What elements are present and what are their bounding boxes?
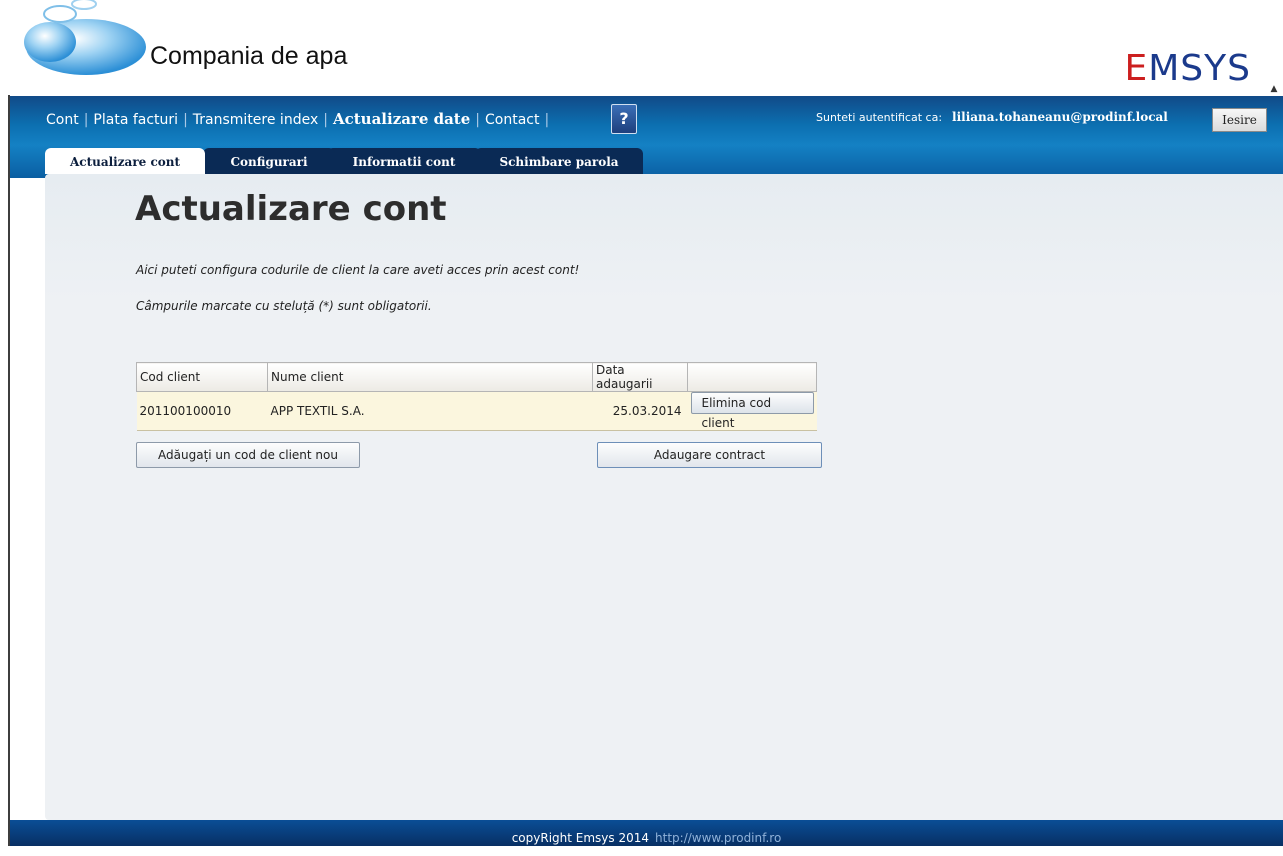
nav-item-contact[interactable]: Contact: [485, 112, 539, 128]
content-panel: Actualizare cont Aici puteti configura c…: [45, 174, 1283, 820]
tab-informatii-cont[interactable]: Informatii cont: [327, 148, 481, 174]
scroll-up-icon[interactable]: ▲: [1268, 84, 1280, 96]
required-fields-note: Câmpurile marcate cu steluță (*) sunt ob…: [136, 299, 432, 313]
navigation-bar: Cont | Plata facturi | Transmitere index | Act…: [10, 96, 1283, 178]
auth-info: Sunteti autentificat ca: liliana.tohanean…: [816, 110, 1168, 124]
column-header-actions: [687, 362, 817, 392]
table-header-row: Cod client Nume client Data adaugarii: [136, 362, 817, 392]
nav-item-plata-facturi[interactable]: Plata facturi: [93, 112, 178, 128]
copyright-text: copyRight Emsys 2014: [511, 831, 650, 845]
auth-label: Sunteti autentificat ca:: [816, 111, 943, 124]
cell-cod-client: 201100100010: [136, 391, 268, 431]
add-client-code-button[interactable]: Adăugați un cod de client nou: [136, 442, 360, 468]
top-menu: Cont | Plata facturi | Transmitere index | Act…: [46, 110, 550, 128]
cell-actions: Elimina cod client: [687, 391, 817, 431]
add-contract-button[interactable]: Adaugare contract: [597, 442, 822, 468]
emsys-logo: EMSYS: [1124, 48, 1251, 89]
tab-actualizare-cont[interactable]: Actualizare cont: [45, 148, 205, 174]
page-title: Actualizare cont: [135, 189, 447, 229]
page-description: Aici puteti configura codurile de client…: [136, 263, 580, 277]
cell-data-adaugarii: 25.03.2014: [592, 391, 688, 431]
user-email: liliana.tohaneanu@prodinf.local: [952, 110, 1168, 124]
tab-configurari[interactable]: Configurari: [203, 148, 335, 174]
help-icon[interactable]: ?: [611, 104, 637, 134]
logout-button[interactable]: Iesire: [1212, 108, 1267, 132]
column-header-data-adaugarii: Data adaugarii: [592, 362, 688, 392]
tab-schimbare-parola[interactable]: Schimbare parola: [475, 148, 643, 174]
remove-client-code-button[interactable]: Elimina cod client: [690, 392, 814, 430]
company-name: Compania de apa: [150, 42, 348, 70]
client-codes-table: Cod client Nume client Data adaugarii 20…: [136, 362, 817, 431]
column-header-cod-client: Cod client: [136, 362, 268, 392]
table-row: 201100100010 APP TEXTIL S.A. 25.03.2014 …: [136, 391, 817, 431]
cell-nume-client: APP TEXTIL S.A.: [267, 391, 593, 431]
footer-link[interactable]: http://www.prodinf.ro: [655, 831, 781, 845]
nav-item-cont[interactable]: Cont: [46, 112, 79, 128]
page-footer: copyRight Emsys 2014 http://www.prodinf.r…: [10, 820, 1283, 846]
water-bubbles-logo: [24, 0, 146, 75]
column-header-nume-client: Nume client: [267, 362, 593, 392]
page-header: Compania de apa EMSYS ▲: [0, 0, 1283, 95]
nav-item-transmitere-index[interactable]: Transmitere index: [193, 112, 318, 128]
nav-item-actualizare-date[interactable]: Actualizare date: [333, 110, 470, 128]
frame-border: [8, 95, 10, 846]
